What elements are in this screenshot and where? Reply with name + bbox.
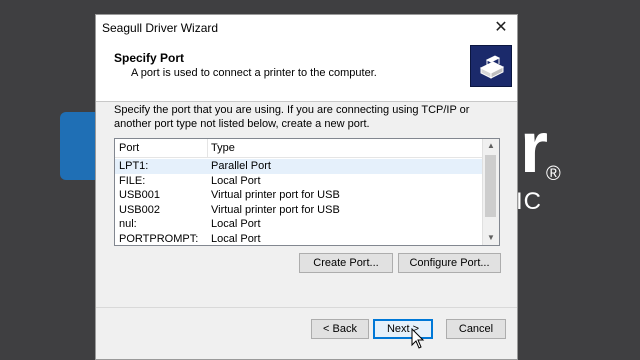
list-header: Port Type bbox=[115, 139, 485, 158]
type-cell: Local Port bbox=[211, 218, 261, 230]
port-cell: nul: bbox=[119, 218, 137, 230]
port-cell: USB001 bbox=[119, 189, 160, 201]
list-row[interactable]: USB001 Virtual printer port for USB bbox=[115, 188, 485, 203]
vertical-scrollbar[interactable]: ▲ ▼ bbox=[482, 139, 499, 245]
list-row[interactable]: nul: Local Port bbox=[115, 217, 485, 232]
instructions-text: Specify the port that you are using. If … bbox=[114, 104, 470, 130]
window-title: Seagull Driver Wizard bbox=[102, 21, 219, 35]
driver-wizard-dialog: Seagull Driver Wizard ✕ Specify Port A p… bbox=[95, 14, 518, 360]
type-cell: Local Port bbox=[211, 174, 261, 187]
registered-mark: ® bbox=[546, 163, 561, 185]
wizard-header: Specify Port A port is used to connect a… bbox=[96, 41, 517, 102]
type-cell: Virtual printer port for USB bbox=[211, 203, 340, 216]
type-cell: Parallel Port bbox=[211, 160, 271, 172]
title-bar[interactable]: Seagull Driver Wizard ✕ bbox=[96, 15, 517, 41]
splash-logo-letter: r bbox=[520, 108, 549, 188]
port-cell: USB002 bbox=[119, 203, 160, 216]
printer-icon bbox=[470, 45, 512, 87]
page-subtitle: A port is used to connect a printer to t… bbox=[131, 67, 377, 79]
column-divider[interactable] bbox=[207, 139, 208, 157]
type-cell: Virtual printer port for USB bbox=[211, 189, 340, 201]
splash-subtext: IC bbox=[516, 188, 542, 215]
back-button[interactable]: < Back bbox=[311, 319, 369, 339]
list-row[interactable]: PORTPROMPT: Local Port bbox=[115, 232, 485, 246]
port-cell: FILE: bbox=[119, 174, 146, 187]
list-rows: LPT1: Parallel Port FILE: Local Port USB… bbox=[115, 159, 485, 246]
mouse-cursor-icon bbox=[411, 328, 425, 349]
list-row[interactable]: USB002 Virtual printer port for USB bbox=[115, 203, 485, 218]
list-row[interactable]: LPT1: Parallel Port bbox=[115, 159, 485, 174]
list-row[interactable]: FILE: Local Port bbox=[115, 174, 485, 189]
type-cell: Local Port bbox=[211, 232, 261, 245]
footer-divider bbox=[96, 307, 517, 308]
close-icon[interactable]: ✕ bbox=[491, 18, 511, 38]
configure-port-button[interactable]: Configure Port... bbox=[398, 253, 501, 273]
scroll-up-icon[interactable]: ▲ bbox=[483, 139, 499, 153]
port-cell: PORTPROMPT: bbox=[119, 232, 199, 245]
port-list[interactable]: Port Type LPT1: Parallel Port FILE: Loca… bbox=[114, 138, 500, 246]
port-cell: LPT1: bbox=[119, 160, 149, 172]
page-title: Specify Port bbox=[114, 51, 185, 65]
column-header-type[interactable]: Type bbox=[211, 142, 235, 154]
scroll-down-icon[interactable]: ▼ bbox=[483, 231, 499, 245]
scroll-thumb[interactable] bbox=[485, 155, 496, 217]
splash-logo-block bbox=[60, 112, 100, 180]
column-header-port[interactable]: Port bbox=[119, 142, 139, 154]
create-port-button[interactable]: Create Port... bbox=[299, 253, 393, 273]
cancel-button[interactable]: Cancel bbox=[446, 319, 506, 339]
